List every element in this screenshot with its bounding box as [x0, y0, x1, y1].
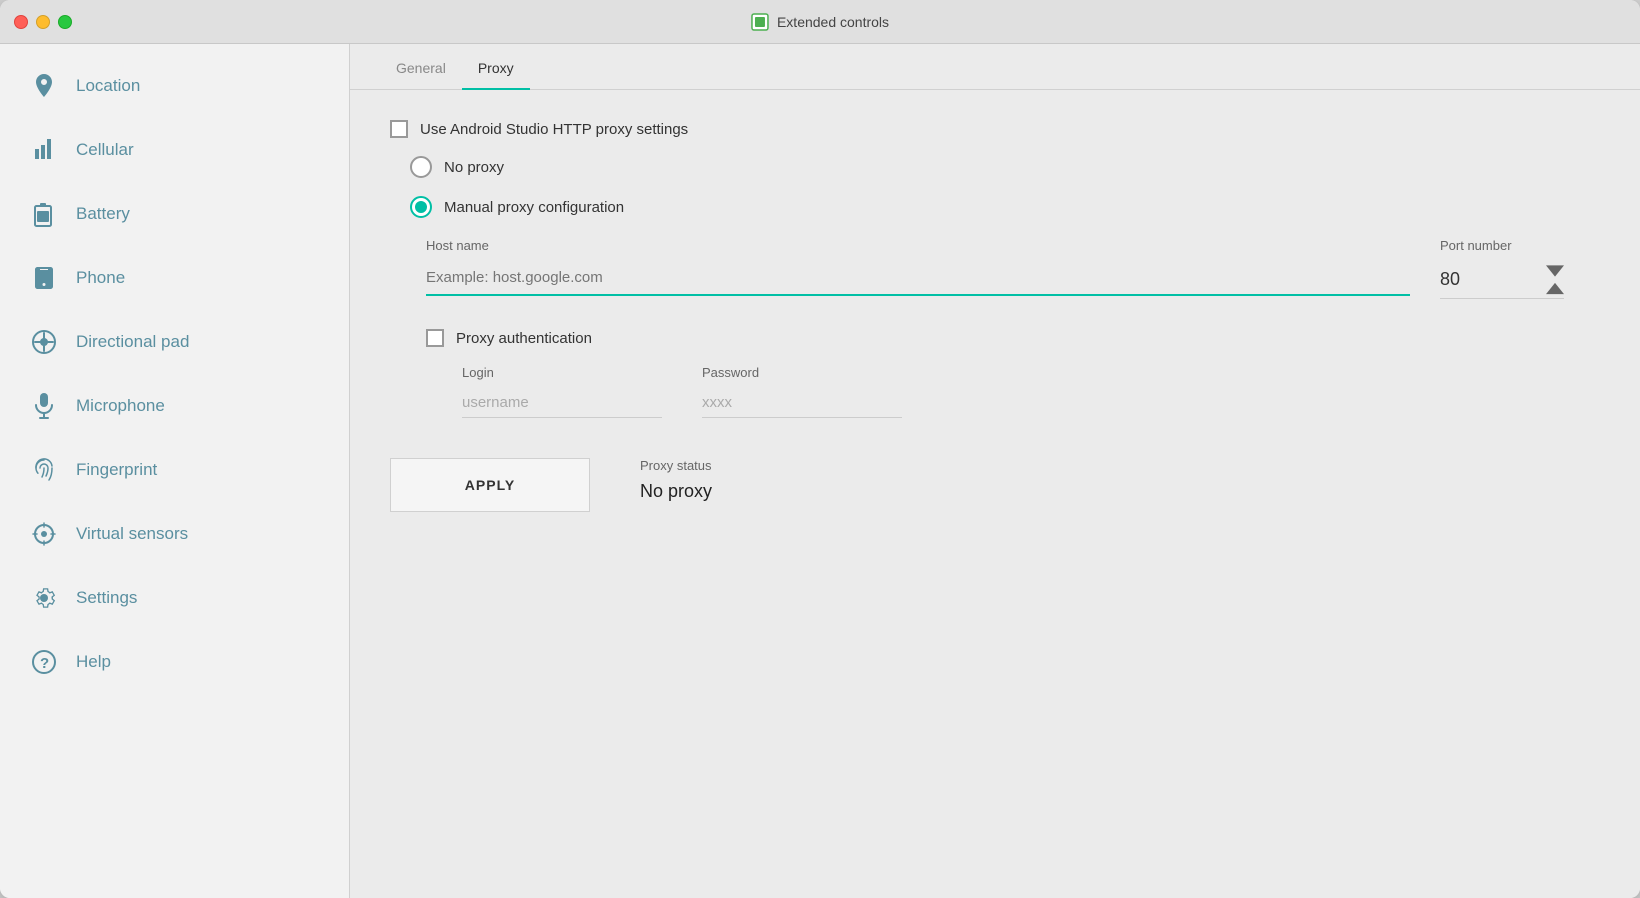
dpad-icon: [30, 328, 58, 356]
no-proxy-label: No proxy: [444, 159, 504, 176]
sidebar-item-directional-pad[interactable]: Directional pad: [0, 310, 349, 374]
sidebar-label-settings: Settings: [76, 588, 137, 608]
sidebar-label-fingerprint: Fingerprint: [76, 460, 157, 480]
sidebar-label-battery: Battery: [76, 204, 130, 224]
sidebar-item-virtual-sensors[interactable]: Virtual sensors: [0, 502, 349, 566]
tabs: General Proxy: [350, 44, 1640, 90]
sidebar-label-microphone: Microphone: [76, 396, 165, 416]
minimize-button[interactable]: [36, 15, 50, 29]
login-input: username: [462, 388, 662, 418]
use-android-studio-row: Use Android Studio HTTP proxy settings: [390, 120, 1600, 138]
sidebar-item-help[interactable]: ? Help: [0, 630, 349, 694]
auth-fields: Login username Password xxxx: [462, 365, 1600, 418]
manual-proxy-row: Manual proxy configuration: [410, 196, 1600, 218]
host-name-group: Host name: [426, 238, 1410, 296]
proxy-status-label: Proxy status: [640, 458, 712, 473]
sidebar-item-location[interactable]: Location: [0, 54, 349, 118]
manual-proxy-fields: Host name Port number: [426, 238, 1600, 418]
help-icon: ?: [30, 648, 58, 676]
app-icon: [751, 13, 769, 31]
no-proxy-radio[interactable]: [410, 156, 432, 178]
cellular-icon: [30, 136, 58, 164]
port-number-input[interactable]: [1440, 261, 1540, 298]
manual-proxy-radio[interactable]: [410, 196, 432, 218]
password-field: Password xxxx: [702, 365, 902, 418]
port-spinner: [1546, 264, 1564, 296]
password-input: xxxx: [702, 388, 902, 418]
battery-icon: [30, 200, 58, 228]
sidebar-item-fingerprint[interactable]: Fingerprint: [0, 438, 349, 502]
proxy-auth-label: Proxy authentication: [456, 330, 592, 347]
host-name-input[interactable]: [426, 261, 1410, 296]
sidebar: Location Cellular: [0, 44, 350, 898]
sidebar-item-settings[interactable]: Settings: [0, 566, 349, 630]
fingerprint-icon: [30, 456, 58, 484]
sidebar-item-microphone[interactable]: Microphone: [0, 374, 349, 438]
login-label: Login: [462, 365, 662, 380]
microphone-icon: [30, 392, 58, 420]
proxy-auth-checkbox[interactable]: [426, 329, 444, 347]
sidebar-label-cellular: Cellular: [76, 140, 134, 160]
title-bar: Extended controls: [0, 0, 1640, 44]
settings-icon: [30, 584, 58, 612]
proxy-status-value: No proxy: [640, 481, 712, 502]
port-input-wrap: [1440, 261, 1564, 299]
phone-icon: [30, 264, 58, 292]
sidebar-label-phone: Phone: [76, 268, 125, 288]
manual-proxy-label: Manual proxy configuration: [444, 199, 624, 216]
sidebar-item-cellular[interactable]: Cellular: [0, 118, 349, 182]
proxy-auth-row: Proxy authentication: [426, 329, 1600, 347]
bottom-section: APPLY Proxy status No proxy: [390, 458, 1600, 512]
main-panel: General Proxy Use Android Studio HTTP pr…: [350, 44, 1640, 898]
sidebar-label-virtual-sensors: Virtual sensors: [76, 524, 188, 544]
tab-general[interactable]: General: [380, 44, 462, 90]
sidebar-label-location: Location: [76, 76, 140, 96]
sidebar-label-help: Help: [76, 652, 111, 672]
use-android-studio-checkbox[interactable]: [390, 120, 408, 138]
traffic-lights: [14, 15, 72, 29]
tab-proxy[interactable]: Proxy: [462, 44, 530, 90]
login-field: Login username: [462, 365, 662, 418]
maximize-button[interactable]: [58, 15, 72, 29]
sidebar-item-phone[interactable]: Phone: [0, 246, 349, 310]
proxy-auth-section: Proxy authentication Login username Pass…: [426, 329, 1600, 418]
proxy-status: Proxy status No proxy: [640, 458, 712, 502]
port-increment-button[interactable]: [1546, 264, 1564, 278]
sidebar-label-directional-pad: Directional pad: [76, 332, 189, 352]
window-title: Extended controls: [751, 13, 889, 31]
apply-button[interactable]: APPLY: [390, 458, 590, 512]
port-decrement-button[interactable]: [1546, 282, 1564, 296]
sidebar-item-battery[interactable]: Battery: [0, 182, 349, 246]
port-number-group: Port number: [1440, 238, 1600, 299]
svg-text:?: ?: [40, 655, 49, 672]
use-android-studio-label: Use Android Studio HTTP proxy settings: [420, 121, 688, 138]
location-icon: [30, 72, 58, 100]
port-number-label: Port number: [1440, 238, 1512, 253]
virtual-sensors-icon: [30, 520, 58, 548]
radio-inner: [415, 201, 427, 213]
host-name-label: Host name: [426, 238, 1410, 253]
close-button[interactable]: [14, 15, 28, 29]
no-proxy-row: No proxy: [410, 156, 1600, 178]
proxy-panel: Use Android Studio HTTP proxy settings N…: [350, 90, 1640, 542]
host-port-row: Host name Port number: [426, 238, 1600, 299]
password-label: Password: [702, 365, 902, 380]
